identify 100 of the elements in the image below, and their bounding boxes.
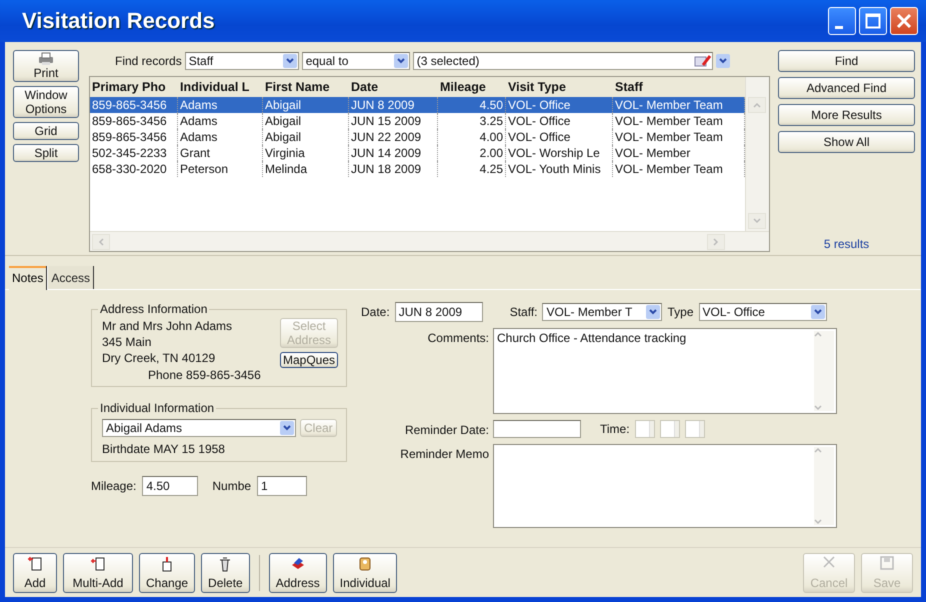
reminder-memo-label: Reminder Memo <box>399 446 489 463</box>
maximize-button[interactable] <box>859 7 887 35</box>
time-field[interactable] <box>684 420 705 438</box>
side-button[interactable]: Window Options <box>13 86 79 118</box>
toolbar-button[interactable]: Address <box>268 552 327 592</box>
scroll-right-icon[interactable] <box>713 238 719 246</box>
add-icon <box>27 556 43 572</box>
save-icon <box>880 556 894 570</box>
table-cell: JUN 15 2009 <box>349 113 438 129</box>
reminder-date-label: Reminder Date: <box>404 422 489 438</box>
find-button[interactable]: More Results <box>778 104 915 126</box>
side-button[interactable]: Split <box>13 144 79 162</box>
tab[interactable]: Notes <box>9 266 48 290</box>
field-dropdown[interactable]: Staff <box>184 52 299 70</box>
table-cell: JUN 18 2009 <box>349 161 438 177</box>
column-header[interactable]: First Name <box>263 77 349 97</box>
type-dropdown[interactable]: VOL- Office <box>698 303 826 321</box>
comments-field[interactable]: Church Office - Attendance tracking <box>493 328 837 414</box>
column-header[interactable]: Mileage <box>438 77 506 97</box>
table-cell: Adams <box>178 97 263 113</box>
minimize-button[interactable] <box>828 7 856 35</box>
person-card-icon <box>357 556 374 572</box>
print-button[interactable]: Print <box>13 50 79 82</box>
time-field[interactable] <box>634 420 655 438</box>
pencil-icon[interactable] <box>694 54 712 68</box>
results-count: 5 results <box>822 237 870 251</box>
table-cell: 859-865-3456 <box>90 113 178 129</box>
reminder-date-field[interactable] <box>493 420 581 438</box>
phone-text: Phone 859-865-3456 <box>148 368 261 382</box>
scroll-down-icon[interactable] <box>814 405 822 411</box>
table-cell: 859-865-3456 <box>90 97 178 113</box>
table-cell: Abigail <box>263 113 349 129</box>
column-header[interactable]: Primary Pho <box>90 77 178 97</box>
reminder-memo-field[interactable] <box>493 444 837 528</box>
map-button[interactable]: MapQues <box>280 352 338 368</box>
close-button[interactable] <box>890 7 918 35</box>
birthdate-text: Birthdate MAY 15 1958 <box>102 442 225 456</box>
side-button[interactable]: Grid <box>13 122 79 140</box>
table-cell: 4.00 <box>438 129 506 145</box>
value-field[interactable]: (3 selected) <box>412 52 713 70</box>
column-header[interactable]: Individual L <box>178 77 263 97</box>
scrollbar[interactable] <box>814 447 834 525</box>
operator-dropdown[interactable]: equal to <box>302 52 410 70</box>
type-label: Type <box>667 305 694 319</box>
tab[interactable]: Access <box>47 266 94 289</box>
scrollbar[interactable] <box>814 331 834 411</box>
toolbar-button[interactable]: Change <box>139 552 196 592</box>
find-button[interactable]: Show All <box>778 131 915 153</box>
scroll-up-icon[interactable] <box>814 331 822 337</box>
scroll-up-icon[interactable] <box>814 447 822 453</box>
table-cell: Peterson <box>178 161 263 177</box>
staff-dropdown[interactable]: VOL- Member T <box>542 303 662 321</box>
find-label: Find records <box>115 54 182 68</box>
date-label: Date: <box>361 305 390 319</box>
column-header[interactable]: Date <box>349 77 438 97</box>
group-title: Individual Information <box>99 401 216 415</box>
time-field[interactable] <box>660 420 680 438</box>
scroll-down-icon[interactable] <box>753 218 761 224</box>
scrollbar[interactable] <box>745 77 769 231</box>
number-field[interactable]: 1 <box>257 476 308 496</box>
scroll-up-icon[interactable] <box>753 102 761 108</box>
table-cell: VOL- Office <box>506 113 613 129</box>
toolbar-button[interactable]: Add <box>13 552 57 592</box>
address-line: Mr and Mrs John Adams <box>102 318 232 334</box>
table-cell: 502-345-2233 <box>90 145 178 161</box>
table-cell: 3.25 <box>438 113 506 129</box>
table-cell: Virginia <box>263 145 349 161</box>
find-button[interactable]: Find <box>778 50 915 72</box>
address-icon <box>290 556 306 572</box>
time-label: Time: <box>600 422 630 436</box>
table-row[interactable]: 859-865-3456 Adams Abigail JUN 8 2009 4.50 VOL- Office VOL- Member Team <box>90 97 745 113</box>
table-cell: JUN 8 2009 <box>349 97 438 113</box>
scrollbar[interactable] <box>90 231 769 251</box>
address-line: 345 Main <box>102 334 152 350</box>
cancel-icon <box>823 556 835 568</box>
mileage-field[interactable]: 4.50 <box>142 476 198 496</box>
toolbar-button[interactable]: Multi-Add <box>63 552 133 592</box>
toolbar-button[interactable]: Individual <box>332 552 398 592</box>
mileage-label: Mileage: <box>91 479 136 493</box>
window-title: Visitation Records <box>22 8 215 34</box>
individual-dropdown[interactable]: Abigail Adams <box>102 419 296 437</box>
comments-label: Comments: <box>426 330 489 347</box>
column-header[interactable]: Visit Type <box>506 77 613 97</box>
scroll-left-icon[interactable] <box>98 238 104 246</box>
scroll-down-icon[interactable] <box>814 519 822 525</box>
group-title: Address Information <box>99 302 208 316</box>
table-cell: Grant <box>178 145 263 161</box>
toolbar-button[interactable]: Delete <box>201 552 250 592</box>
table-cell: Abigail <box>263 129 349 145</box>
table-cell: Adams <box>178 129 263 145</box>
table-cell: 658-330-2020 <box>90 161 178 177</box>
table-cell: Adams <box>178 113 263 129</box>
table-cell: Melinda <box>263 161 349 177</box>
column-header[interactable]: Staff <box>613 77 745 97</box>
minimize-icon <box>835 26 843 28</box>
table-cell: Abigail <box>263 97 349 113</box>
multi-add-icon <box>90 556 106 572</box>
table-cell: JUN 22 2009 <box>349 129 438 145</box>
date-field[interactable]: JUN 8 2009 <box>394 302 483 322</box>
find-button[interactable]: Advanced Find <box>778 77 915 99</box>
